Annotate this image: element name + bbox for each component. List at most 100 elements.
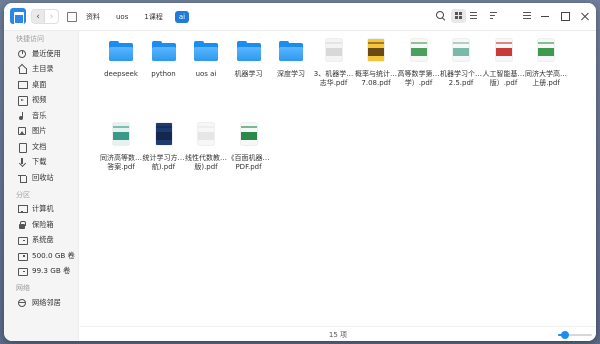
picture-icon bbox=[18, 127, 26, 136]
folder-icon bbox=[142, 39, 186, 67]
sidebar-item-system-disk[interactable]: 系统盘 bbox=[4, 233, 78, 249]
file-name-label: 深度学习 bbox=[277, 70, 305, 78]
zoom-slider-handle[interactable] bbox=[560, 331, 569, 339]
sidebar-item-label: 文档 bbox=[32, 141, 47, 151]
sidebar-item-label: 网络邻居 bbox=[32, 297, 61, 307]
safe-icon bbox=[18, 220, 26, 229]
maximize-icon[interactable] bbox=[560, 11, 570, 21]
pdf-file-item[interactable]: 同济大学高…上册.pdf bbox=[524, 39, 568, 88]
music-icon bbox=[18, 111, 26, 120]
sidebar-item-label: 系统盘 bbox=[32, 235, 54, 245]
pdf-thumbnail-icon bbox=[142, 123, 186, 151]
item-count: 15 项 bbox=[328, 331, 348, 339]
sidebar-item-documents[interactable]: 文档 bbox=[4, 139, 78, 155]
close-icon[interactable] bbox=[580, 11, 590, 21]
pdf-file-item[interactable]: 高等数学第…学）.pdf bbox=[397, 39, 441, 88]
device-icon[interactable] bbox=[66, 11, 77, 22]
title-bar: ‹ › 资料 uos 1课程 ai bbox=[4, 3, 596, 31]
breadcrumb-item[interactable]: 1课程 bbox=[140, 10, 166, 24]
breadcrumb-item-current[interactable]: ai bbox=[174, 10, 190, 23]
home-icon bbox=[18, 65, 27, 75]
desktop-icon bbox=[18, 80, 28, 89]
disk-icon bbox=[18, 236, 28, 246]
file-name-label: 统计学习方…航).pdf bbox=[142, 154, 185, 171]
file-name-label: 3、机器学…志华.pdf bbox=[313, 70, 354, 87]
sidebar-item-downloads[interactable]: 下载 bbox=[4, 155, 78, 171]
breadcrumb-item[interactable]: uos bbox=[112, 11, 132, 23]
sidebar-item-videos[interactable]: 视频 bbox=[4, 93, 78, 109]
sidebar-item-label: 99.3 GB 卷 bbox=[32, 266, 71, 276]
pdf-thumbnail-icon bbox=[439, 39, 483, 67]
icon-view-button[interactable] bbox=[451, 9, 466, 23]
sidebar-item-trash[interactable]: 回收站 bbox=[4, 170, 78, 186]
sidebar-section-title: 分区 bbox=[16, 190, 30, 199]
trash-icon bbox=[18, 174, 27, 183]
sort-icon[interactable] bbox=[489, 11, 499, 21]
pdf-file-item[interactable]: 人工智能基…版）.pdf bbox=[482, 39, 526, 88]
sidebar-section-title: 网络 bbox=[16, 284, 30, 292]
pdf-file-item[interactable]: 《百面机器…PDF.pdf bbox=[227, 123, 271, 172]
pdf-file-item[interactable]: 线性代数教…版).pdf bbox=[184, 123, 228, 172]
sidebar-item-label: 视频 bbox=[32, 95, 47, 105]
folder-icon bbox=[184, 39, 228, 67]
minimize-icon[interactable] bbox=[540, 11, 550, 21]
sidebar-item-label: 计算机 bbox=[32, 204, 54, 214]
folder-item[interactable]: 深度学习 bbox=[269, 39, 313, 79]
pdf-thumbnail-icon bbox=[312, 39, 356, 67]
file-view[interactable]: deepseek python uos ai 机器学习 深度学习 3、机器学…志华.pdf… bbox=[80, 31, 596, 326]
pdf-file-item[interactable]: 同济高等数…答案.pdf bbox=[99, 123, 143, 172]
pdf-thumbnail-icon bbox=[99, 123, 143, 151]
sidebar-item-safe[interactable]: 保险箱 bbox=[4, 217, 78, 233]
document-icon bbox=[18, 142, 27, 153]
sidebar-item-recent[interactable]: 最近使用 bbox=[4, 46, 78, 62]
sidebar-item-label: 保险箱 bbox=[32, 219, 54, 229]
sidebar-item-music[interactable]: 音乐 bbox=[4, 108, 78, 124]
breadcrumb-item[interactable]: 资料 bbox=[82, 10, 104, 24]
sidebar-item-label: 桌面 bbox=[32, 79, 47, 89]
file-name-label: 《百面机器…PDF.pdf bbox=[227, 154, 270, 171]
pdf-file-item[interactable]: 3、机器学…志华.pdf bbox=[312, 39, 356, 88]
pdf-thumbnail-icon bbox=[482, 39, 526, 67]
list-view-button[interactable] bbox=[466, 9, 481, 23]
back-button[interactable]: ‹ bbox=[32, 10, 46, 23]
sidebar-item-label: 音乐 bbox=[32, 110, 47, 120]
navigation-buttons: ‹ › bbox=[31, 9, 59, 24]
pdf-file-item[interactable]: 概率与统计…7.08.pdf bbox=[354, 39, 398, 88]
file-name-label: 机器学习 bbox=[234, 70, 263, 78]
pdf-thumbnail-icon bbox=[524, 39, 568, 67]
breadcrumb: 资料 uos 1课程 ai bbox=[82, 9, 197, 24]
folder-item[interactable]: 机器学习 bbox=[227, 39, 271, 79]
search-icon[interactable] bbox=[436, 11, 446, 21]
sidebar-item-label: 下载 bbox=[32, 157, 47, 167]
folder-icon bbox=[227, 39, 271, 67]
folder-item[interactable]: uos ai bbox=[184, 39, 228, 79]
clock-icon bbox=[18, 49, 26, 58]
file-name-label: deepseek bbox=[104, 70, 138, 78]
sidebar-item-desktop[interactable]: 桌面 bbox=[4, 77, 78, 93]
file-name-label: 概率与统计…7.08.pdf bbox=[355, 70, 397, 87]
folder-item[interactable]: deepseek bbox=[99, 39, 143, 79]
folder-item[interactable]: python bbox=[142, 39, 186, 79]
sidebar-item-network[interactable]: 网络邻居 bbox=[4, 295, 78, 311]
sidebar-item-computer[interactable]: 计算机 bbox=[4, 202, 78, 218]
sidebar-section-title: 快捷访问 bbox=[16, 35, 44, 43]
sidebar-item-volume-99gb[interactable]: 99.3 GB 卷 bbox=[4, 264, 78, 280]
forward-button[interactable]: › bbox=[45, 10, 58, 23]
file-name-label: 同济大学高…上册.pdf bbox=[525, 70, 567, 87]
menu-icon[interactable] bbox=[522, 11, 532, 21]
sidebar-item-home[interactable]: 主目录 bbox=[4, 62, 78, 78]
pdf-file-item[interactable]: 统计学习方…航).pdf bbox=[142, 123, 186, 172]
folder-icon bbox=[99, 39, 143, 67]
sidebar-item-pictures[interactable]: 图片 bbox=[4, 124, 78, 140]
pdf-file-item[interactable]: 机器学习个…2.5.pdf bbox=[439, 39, 483, 88]
sidebar-item-label: 500.0 GB 卷 bbox=[32, 250, 75, 260]
file-manager-logo-icon bbox=[10, 8, 26, 24]
pdf-thumbnail-icon bbox=[354, 39, 398, 67]
sidebar-item-label: 图片 bbox=[32, 126, 47, 136]
status-bar: 15 项 bbox=[80, 326, 596, 341]
network-icon bbox=[18, 298, 26, 307]
video-icon bbox=[18, 96, 28, 107]
sidebar-item-volume-500gb[interactable]: 500.0 GB 卷 bbox=[4, 248, 78, 264]
file-manager-window: ‹ › 资料 uos 1课程 ai 快捷访问 最近使用 主目录 桌面 视频 音乐… bbox=[4, 3, 596, 341]
computer-icon bbox=[18, 205, 28, 214]
